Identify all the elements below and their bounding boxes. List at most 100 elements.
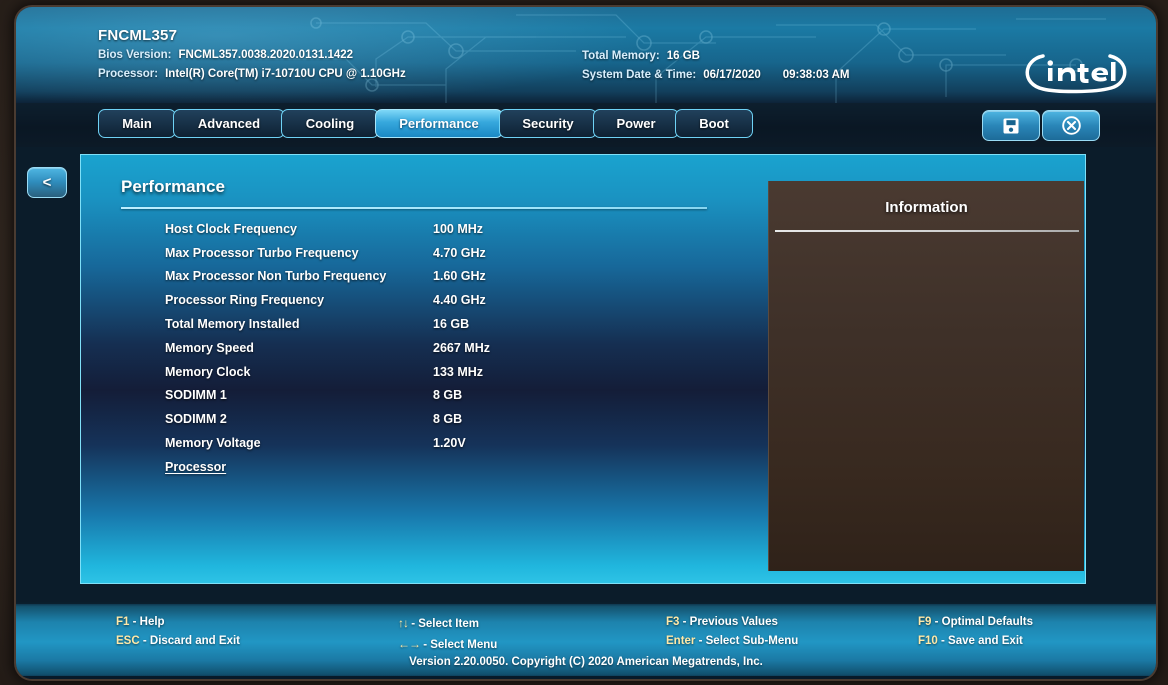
tab-label: Security: [522, 116, 574, 131]
help-key: Enter: [666, 635, 696, 647]
help-key: ←→: [398, 637, 421, 651]
tab-boot[interactable]: Boot: [675, 109, 753, 138]
help-footer: F1 - Help ESC - Discard and Exit ↑↓ - Sel…: [16, 602, 1156, 679]
bios-version-value: FNCML357.0038.2020.0131.1422: [178, 49, 354, 61]
setting-label: Max Processor Turbo Frequency: [165, 245, 359, 260]
tab-label: Cooling: [305, 116, 355, 131]
help-text: - Save and Exit: [941, 635, 1023, 647]
information-panel: Information: [768, 181, 1084, 571]
page-title: Performance: [121, 177, 225, 196]
setting-value: 16 GB: [433, 317, 470, 332]
bios-header: FNCML357 Bios Version: FNCML357.0038.2020…: [16, 7, 1156, 103]
footer-bottom-divider: [16, 676, 1156, 679]
system-date-value: 06/17/2020: [703, 69, 761, 81]
setting-row: Memory Clock 133 MHz: [81, 360, 781, 384]
help-key: ↑↓: [398, 616, 409, 630]
setting-value: 1.20V: [433, 436, 466, 451]
help-hint: F3 - Previous Values: [666, 616, 798, 628]
tab-label: Power: [616, 116, 656, 131]
help-key: ESC: [116, 635, 140, 647]
information-divider: [775, 230, 1079, 232]
total-memory-label: Total Memory:: [582, 50, 660, 62]
setting-label: SODIMM 2: [165, 412, 227, 427]
help-hint: Enter - Select Sub-Menu: [666, 635, 798, 647]
system-time-value: 09:38:03 AM: [782, 69, 850, 81]
processor-label: Processor:: [98, 68, 159, 80]
setting-value: 2667 MHz: [433, 340, 490, 355]
help-key: F1: [116, 616, 130, 628]
footer-column-4: F9 - Optimal Defaults F10 - Save and Exit: [918, 616, 1033, 654]
setting-row: Host Clock Frequency 100 MHz: [81, 217, 781, 241]
help-text: - Optimal Defaults: [934, 616, 1034, 628]
setting-row: Max Processor Non Turbo Frequency 1.60 GH…: [81, 265, 781, 289]
setting-row: Processor Ring Frequency 4.40 GHz: [81, 288, 781, 312]
setting-label: SODIMM 1: [165, 388, 227, 403]
version-copyright: Version 2.20.0050. Copyright (C) 2020 Am…: [409, 656, 763, 668]
bios-version-row: Bios Version: FNCML357.0038.2020.0131.142…: [98, 49, 353, 61]
close-button[interactable]: [1042, 110, 1100, 141]
floppy-disk-save-icon: [1003, 118, 1019, 133]
setting-label: Processor Ring Frequency: [165, 293, 325, 308]
setting-label: Memory Voltage: [165, 436, 261, 451]
setting-label: Processor: [165, 459, 227, 474]
total-memory-row: Total Memory: 16 GB: [582, 50, 700, 62]
intel-logo: [1025, 54, 1127, 94]
tab-cooling[interactable]: Cooling: [281, 109, 379, 138]
setting-value: 1.60 GHz: [433, 269, 486, 284]
save-button[interactable]: [982, 110, 1040, 141]
tab-security[interactable]: Security: [499, 109, 597, 138]
system-datetime-row: System Date & Time: 06/17/2020 09:38:03 AM: [582, 69, 849, 81]
total-memory-value: 16 GB: [666, 50, 700, 62]
bios-screen: FNCML357 Bios Version: FNCML357.0038.2020…: [16, 7, 1156, 679]
setting-label: Memory Clock: [165, 364, 251, 379]
tab-label: Performance: [399, 116, 479, 131]
help-key: F9: [918, 616, 932, 628]
tab-label: Boot: [699, 116, 729, 131]
tab-main[interactable]: Main: [98, 109, 176, 138]
setting-row: SODIMM 1 8 GB: [81, 384, 781, 408]
footer-column-1: F1 - Help ESC - Discard and Exit: [116, 616, 240, 654]
setting-row: Memory Voltage 1.20V: [81, 431, 781, 455]
board-name: FNCML357: [98, 27, 178, 44]
help-text: - Help: [132, 616, 165, 628]
footer-column-2: ↑↓ - Select Item ←→ - Select Menu: [398, 616, 497, 658]
setting-value: 8 GB: [433, 412, 463, 427]
help-hint: F9 - Optimal Defaults: [918, 616, 1033, 628]
help-text: - Select Menu: [423, 639, 498, 651]
chevron-left-icon: <: [42, 174, 52, 191]
processor-row: Processor: Intel(R) Core(TM) i7-10710U CP…: [98, 68, 406, 80]
information-title: Information: [885, 199, 968, 216]
help-key: F3: [666, 616, 680, 628]
bios-version-label: Bios Version:: [98, 49, 172, 61]
tab-advanced[interactable]: Advanced: [173, 109, 285, 138]
setting-row: Memory Speed 2667 MHz: [81, 336, 781, 360]
setting-label: Max Processor Non Turbo Frequency: [165, 269, 387, 284]
setting-label: Memory Speed: [165, 340, 254, 355]
circle-x-close-icon: [1061, 116, 1081, 135]
setting-row: Total Memory Installed 16 GB: [81, 312, 781, 336]
setting-value: 4.70 GHz: [433, 245, 486, 260]
setting-label: Host Clock Frequency: [165, 221, 297, 236]
help-text: - Select Sub-Menu: [698, 635, 799, 647]
setting-value: 100 MHz: [433, 221, 484, 236]
help-hint: F1 - Help: [116, 616, 240, 628]
performance-panel: Performance Host Clock Frequency 100 MHz M…: [80, 154, 1086, 584]
help-text: - Select Item: [411, 618, 479, 630]
setting-label: Total Memory Installed: [165, 317, 300, 332]
tab-performance[interactable]: Performance: [375, 109, 503, 138]
help-text: - Discard and Exit: [142, 635, 240, 647]
setting-value: 8 GB: [433, 388, 463, 403]
help-hint: ↑↓ - Select Item: [398, 616, 497, 630]
setting-value: 4.40 GHz: [433, 293, 486, 308]
tab-label: Advanced: [197, 116, 261, 131]
help-hint: ESC - Discard and Exit: [116, 635, 240, 647]
settings-list: Host Clock Frequency 100 MHz Max Processor…: [81, 217, 781, 479]
submenu-row[interactable]: Processor: [81, 455, 781, 479]
setting-row: Max Processor Turbo Frequency 4.70 GHz: [81, 241, 781, 265]
tab-power[interactable]: Power: [593, 109, 679, 138]
setting-value: 133 MHz: [433, 364, 484, 379]
collapse-sidebar-button[interactable]: <: [27, 167, 67, 198]
footer-top-divider: [16, 602, 1156, 604]
system-datetime-label: System Date & Time:: [582, 69, 697, 81]
help-hint: ←→ - Select Menu: [398, 637, 497, 651]
